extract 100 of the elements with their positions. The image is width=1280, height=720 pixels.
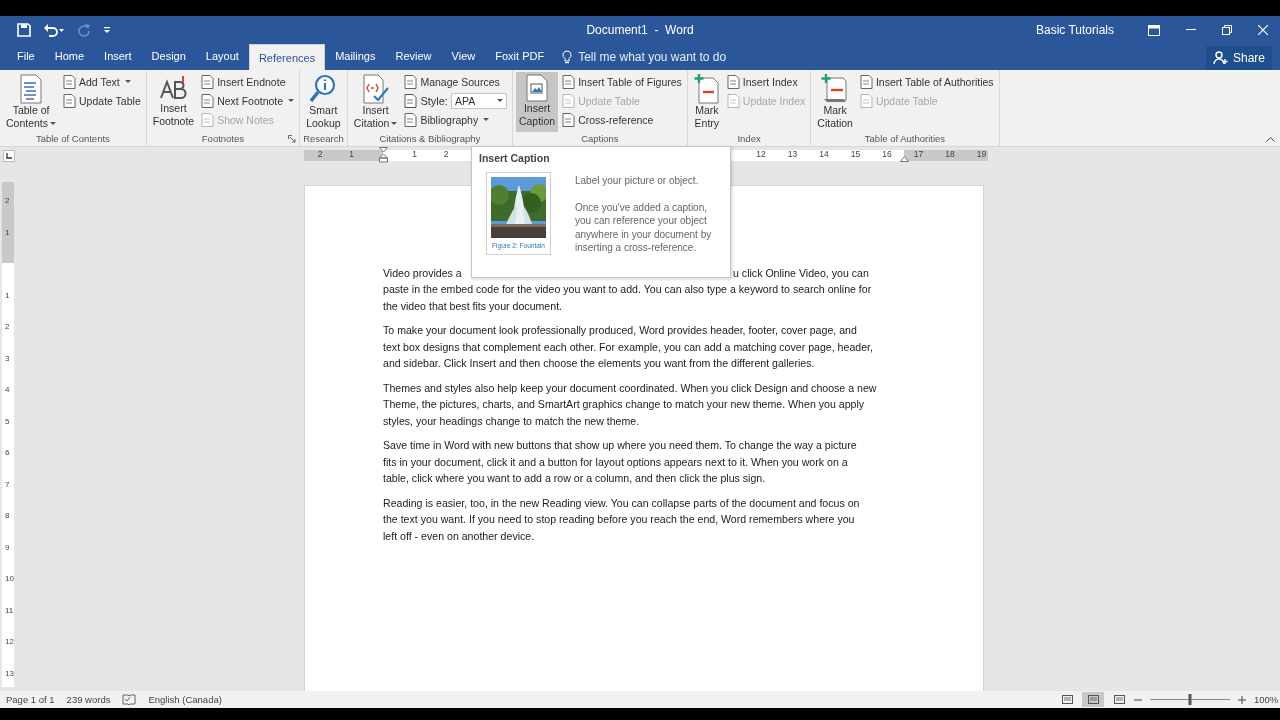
zoom-in-button[interactable] (1238, 695, 1246, 704)
page-icon (404, 75, 418, 89)
indent-marker[interactable] (379, 147, 388, 163)
ruler-number: 11 (5, 605, 14, 614)
ribbon-button[interactable]: Manage Sources (402, 73, 509, 91)
lightbulb-icon (562, 50, 573, 64)
paragraph-text: Save time in Word with new buttons that show up where you need them. To change the way a picture (383, 438, 858, 454)
ribbon-button[interactable]: Mark Entry (690, 72, 723, 132)
customize-caret-icon[interactable] (103, 26, 111, 34)
ruler-number: 13 (5, 668, 14, 677)
collapse-ribbon-icon[interactable] (1266, 137, 1275, 142)
share-button[interactable]: Share (1205, 46, 1272, 70)
scroll-plus-icon (821, 74, 850, 104)
ribbon-tab[interactable]: Home (44, 44, 95, 68)
page-icon (859, 75, 873, 89)
user-name: Basic Tutorials (1035, 23, 1114, 37)
ruler-number: 16 (882, 149, 892, 159)
word-count[interactable]: 239 words (66, 694, 111, 705)
ribbon-button[interactable]: Next Footnote (199, 92, 297, 110)
proofing-book-icon[interactable] (122, 694, 137, 705)
ribbon-button[interactable]: Table of Contents (3, 72, 60, 132)
page-icon (726, 75, 740, 89)
ribbon-button[interactable]: Mark Citation (814, 72, 856, 132)
ribbon-button[interactable]: Insert Footnote (149, 72, 198, 132)
caret-icon (288, 99, 295, 103)
restore-icon[interactable] (1222, 25, 1232, 35)
paragraph-text: Video provides a (383, 266, 463, 281)
ruler-number: 18 (945, 149, 955, 159)
ribbon-button[interactable]: Bibliography (402, 111, 509, 129)
ribbon-tab[interactable]: Foxit PDF (485, 44, 555, 68)
language[interactable]: English (Canada) (148, 694, 222, 705)
undo-icon[interactable] (43, 23, 65, 37)
ruler-number: 1 (412, 149, 417, 159)
ruler-number: 6 (5, 447, 10, 457)
ribbon-button[interactable]: Insert Endnote (199, 73, 297, 91)
ruler-number: 2 (317, 149, 323, 159)
ribbon-button[interactable]: Add Text (61, 73, 143, 91)
ribbon-button[interactable]: Smart Lookup (303, 72, 344, 132)
ruler-number: 15 (850, 149, 861, 159)
paragraph-text: u click Online Video, you can (733, 266, 869, 281)
view-button[interactable] (1082, 692, 1104, 707)
page-icon (201, 113, 215, 127)
page-icon (63, 94, 77, 108)
caret-icon (50, 122, 57, 127)
minimize-icon[interactable] (1186, 29, 1196, 31)
ruler-number: 13 (787, 149, 798, 159)
ribbon-tab[interactable]: File (7, 44, 45, 68)
page-icon (562, 75, 576, 89)
ribbon-tab[interactable]: References (248, 44, 326, 70)
save-icon[interactable] (17, 23, 31, 37)
page-icon (726, 94, 740, 108)
ribbon-tab[interactable]: Layout (195, 44, 249, 68)
caret-icon (483, 118, 490, 122)
tab-selector[interactable] (3, 150, 15, 162)
ribbon-display-icon[interactable] (1148, 24, 1160, 36)
ribbon-button[interactable]: Cross-reference (560, 111, 684, 129)
document-lines-icon (19, 74, 43, 104)
paragraph-text: and sidebar. Click Insert and then choose the elements you want from the different galleries. (383, 356, 816, 372)
paragraph-text: table, click where you want to add a row or a column, and then click the plus sign. (383, 471, 767, 487)
page-count[interactable]: Page 1 of 1 (6, 694, 55, 705)
left-tab-icon (6, 153, 12, 159)
ribbon-tab[interactable]: Review (385, 44, 442, 68)
tell-me-field[interactable]: Tell me what you want to do (562, 45, 746, 69)
paragraph-text: Themes and styles also help keep your document coordinated. When you click Design and choose a new (383, 380, 878, 396)
ruler-number: 12 (5, 636, 14, 646)
style-label: Style: (420, 95, 448, 107)
search-icon (309, 74, 338, 104)
document-check-icon (361, 74, 390, 104)
ruler-number: 8 (5, 510, 10, 520)
ribbon-button[interactable]: Insert Table of Figures (560, 73, 684, 91)
ruler-number: 3 (5, 353, 10, 362)
ribbon-tab[interactable]: Insert (94, 44, 142, 68)
ribbon-button[interactable]: Insert Index (724, 73, 808, 91)
paragraph-text: left off - even on another device. (383, 528, 536, 544)
ribbon-button[interactable]: Insert Citation (350, 72, 401, 132)
ruler-number: 2 (5, 321, 10, 331)
tooltip-title: Insert Caption (479, 152, 551, 164)
close-icon[interactable] (1258, 25, 1268, 35)
dialog-launcher-icon[interactable] (288, 135, 297, 143)
ruler-number: 9 (5, 542, 10, 551)
group-label: Captions (581, 133, 619, 144)
ribbon-button[interactable]: Insert Caption (515, 72, 559, 132)
ribbon-button[interactable]: Insert Table of Authorities (857, 73, 996, 91)
zoom-thumb[interactable] (1188, 694, 1192, 705)
ribbon-tab[interactable]: View (441, 44, 486, 68)
page-view-icon (1113, 695, 1125, 704)
ruler-number: 1 (5, 290, 10, 299)
plus-icon (1238, 695, 1246, 704)
style-dropdown[interactable]: APA (450, 93, 507, 109)
tooltip-text: Once you've added a caption, you can reference your object anywhere in your document by inserting a cross-reference. (575, 200, 713, 255)
group-label: Index (737, 133, 761, 144)
zoom-level[interactable]: 100% (1254, 694, 1280, 705)
tooltip-text: Label your picture or object. (575, 174, 700, 188)
paragraph-text: the text you want. If you need to stop reading before you reach the end, Word remembers where you (383, 512, 856, 528)
ribbon-tab[interactable]: Design (141, 44, 196, 68)
ribbon-tab[interactable]: Mailings (325, 44, 386, 68)
indent-marker[interactable] (900, 156, 909, 162)
caret-icon (496, 99, 503, 103)
ribbon-button[interactable]: Update Table (61, 92, 143, 110)
page-view-icon (1061, 695, 1073, 704)
